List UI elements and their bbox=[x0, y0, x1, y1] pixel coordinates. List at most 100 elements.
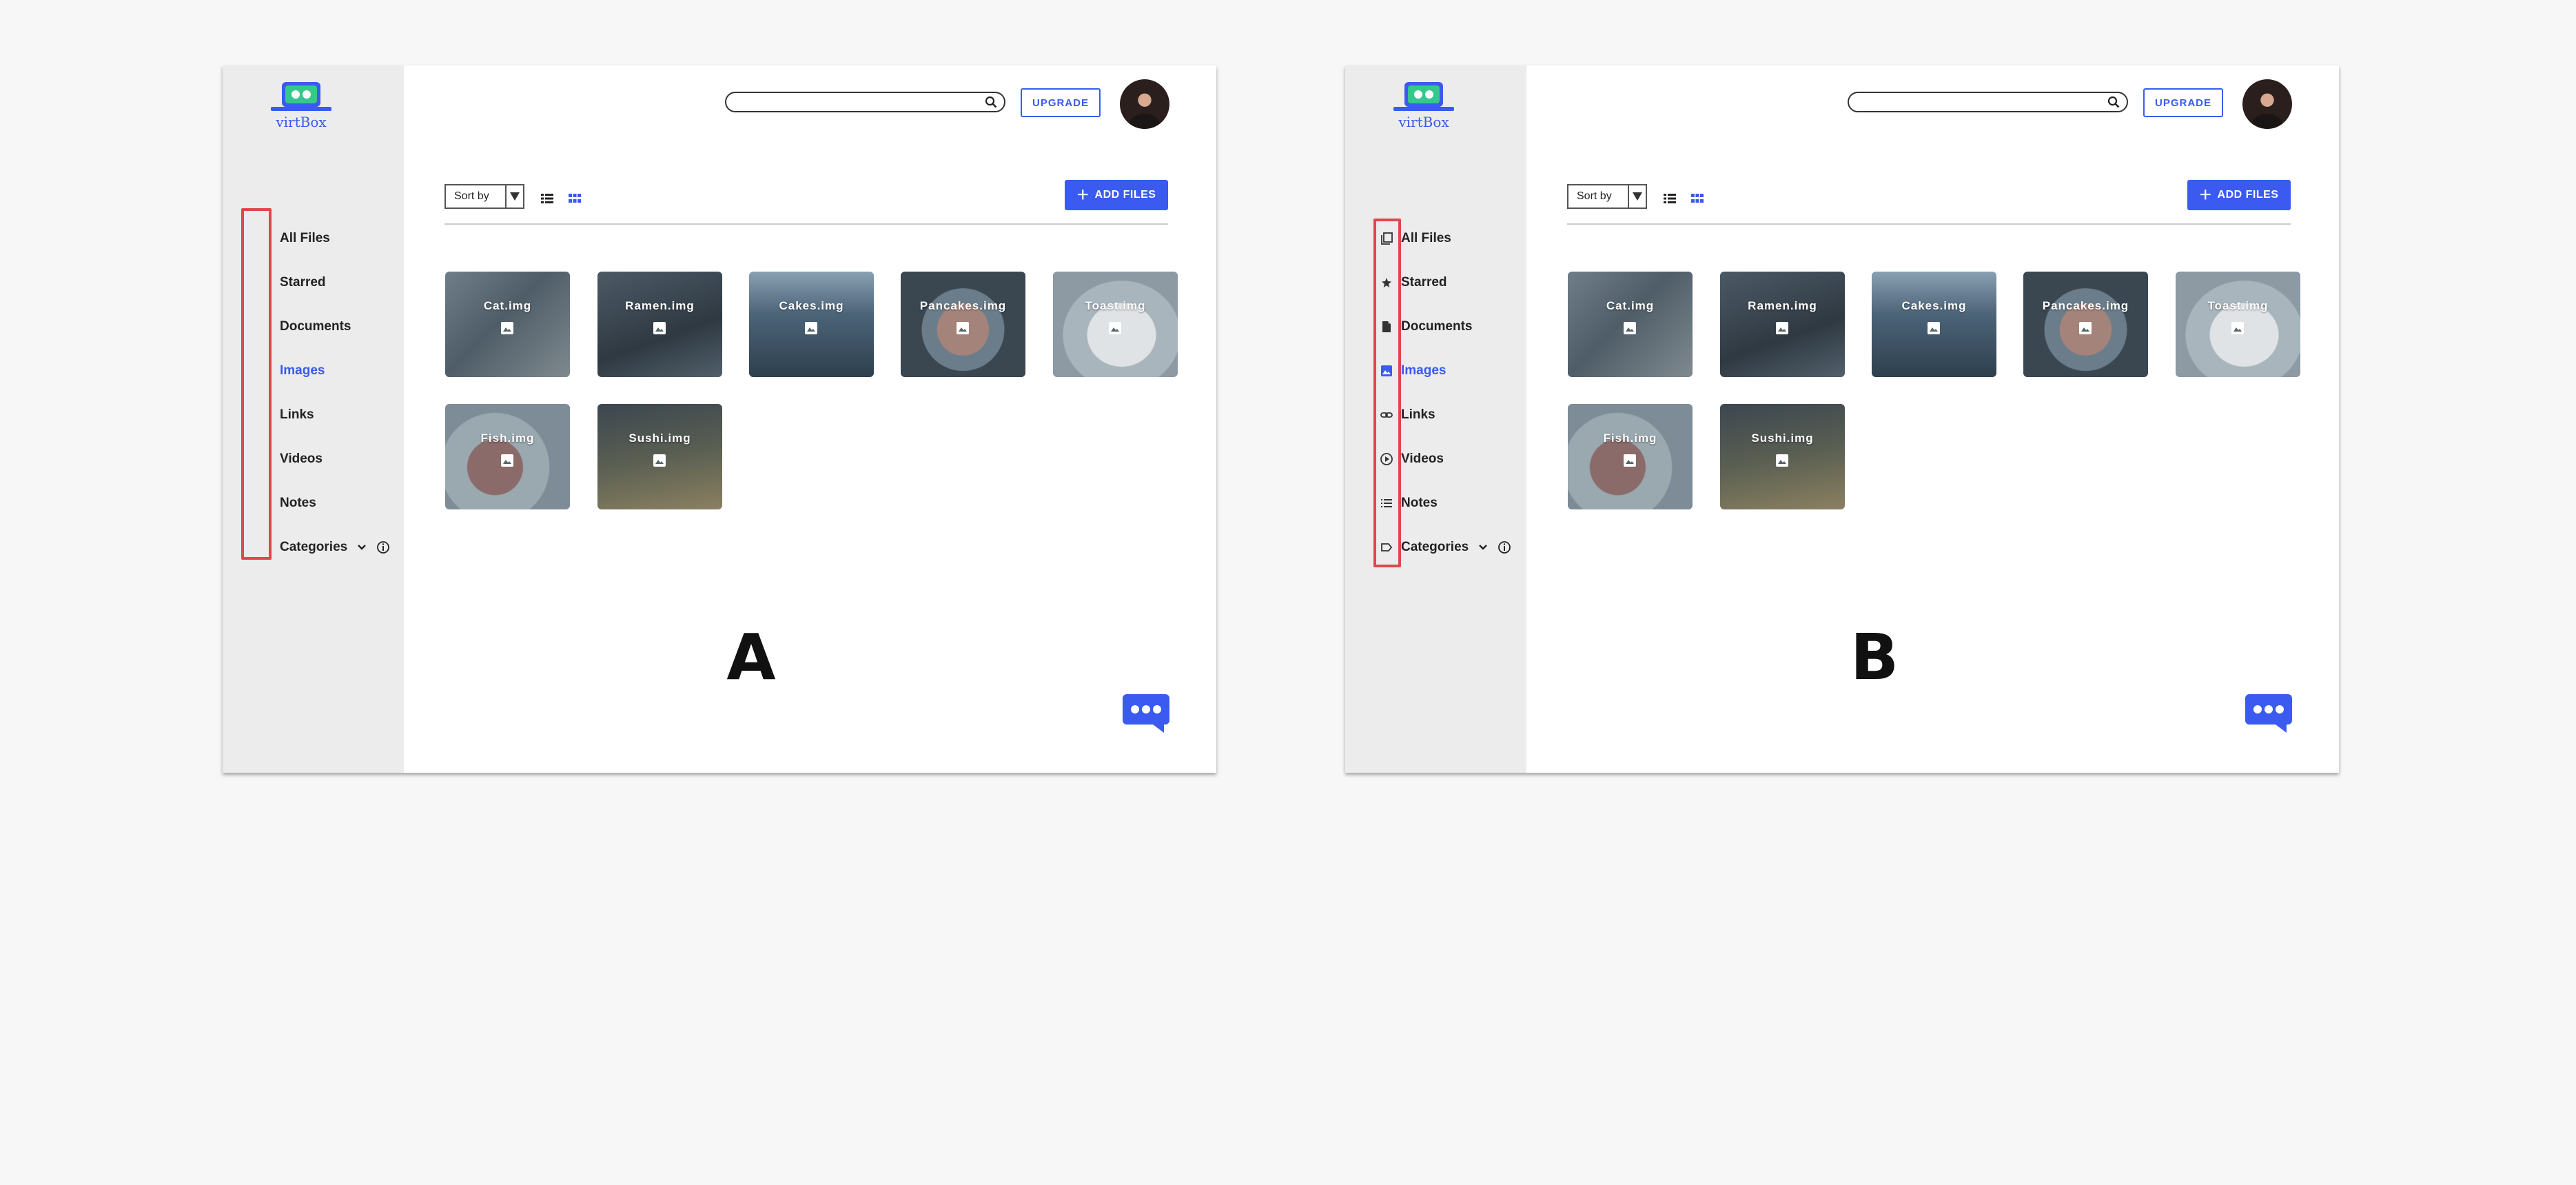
upgrade-button[interactable]: UPGRADE bbox=[1021, 88, 1101, 117]
sidebar-item-images[interactable]: Images bbox=[280, 357, 418, 385]
chevron-down-icon[interactable] bbox=[357, 544, 367, 551]
sidebar-item-label: Videos bbox=[280, 452, 323, 466]
grid-view-icon[interactable] bbox=[569, 194, 581, 203]
file-name: Cat.img bbox=[483, 299, 532, 312]
sidebar-item-label: All Files bbox=[1401, 231, 1451, 245]
sort-dropdown[interactable]: Sort by bbox=[444, 184, 524, 209]
dropdown-arrow-icon[interactable] bbox=[1628, 185, 1646, 207]
chevron-down-icon[interactable] bbox=[1478, 544, 1488, 551]
logo-icon bbox=[271, 82, 331, 111]
file-name: Pancakes.img bbox=[2042, 299, 2129, 312]
file-tile-cakes[interactable]: Cakes.img bbox=[749, 272, 874, 377]
mockup-b: virtBox All Files Starred Documents Imag… bbox=[1345, 65, 2339, 773]
file-tile-cat[interactable]: Cat.img bbox=[445, 272, 570, 377]
search-input[interactable] bbox=[735, 95, 972, 110]
image-icon bbox=[501, 454, 513, 467]
sidebar-item-label: Starred bbox=[1401, 275, 1447, 290]
file-tile-pancakes[interactable]: Pancakes.img bbox=[2023, 272, 2148, 377]
sort-dropdown[interactable]: Sort by bbox=[1567, 184, 1647, 209]
search-icon[interactable] bbox=[985, 96, 997, 108]
search-icon[interactable] bbox=[2107, 96, 2120, 108]
file-tile-toast[interactable]: Toast.img bbox=[1053, 272, 1178, 377]
chat-icon[interactable] bbox=[2245, 694, 2292, 733]
add-files-label: ADD FILES bbox=[1094, 189, 1156, 201]
file-tile-cakes[interactable]: Cakes.img bbox=[1872, 272, 1996, 377]
sidebar-item-categories[interactable]: Categories bbox=[280, 534, 418, 561]
sidebar-item-notes[interactable]: Notes bbox=[280, 489, 418, 517]
image-icon bbox=[957, 322, 969, 334]
file-tile-fish[interactable]: Fish.img bbox=[1568, 404, 1693, 509]
sidebar-item-videos[interactable]: Videos bbox=[280, 445, 418, 473]
file-tile-ramen[interactable]: Ramen.img bbox=[597, 272, 722, 377]
sidebar-item-label: Starred bbox=[280, 275, 326, 290]
chat-icon[interactable] bbox=[1123, 694, 1169, 733]
image-icon bbox=[1624, 454, 1636, 467]
image-icon bbox=[653, 322, 666, 334]
file-tile-sushi[interactable]: Sushi.img bbox=[1720, 404, 1845, 509]
sidebar-item-links[interactable]: Links bbox=[280, 401, 418, 429]
add-files-button[interactable]: + ADD FILES bbox=[1065, 180, 1168, 210]
file-name: Cakes.img bbox=[779, 299, 844, 312]
file-tile-pancakes[interactable]: Pancakes.img bbox=[901, 272, 1025, 377]
plus-icon: + bbox=[2199, 183, 2212, 206]
search-bar[interactable] bbox=[725, 92, 1005, 112]
sidebar-item-links[interactable]: Links bbox=[1379, 401, 1517, 429]
divider bbox=[1567, 223, 2291, 225]
image-icon bbox=[653, 454, 666, 467]
image-icon bbox=[1776, 322, 1788, 334]
brand-name: virtBox bbox=[276, 114, 327, 130]
file-name: Cakes.img bbox=[1901, 299, 1967, 312]
variant-label: A bbox=[726, 620, 776, 694]
sort-label: Sort by bbox=[1577, 190, 1612, 202]
info-icon[interactable] bbox=[376, 540, 390, 554]
search-bar[interactable] bbox=[1848, 92, 2128, 112]
sidebar-item-videos[interactable]: Videos bbox=[1379, 445, 1517, 473]
dropdown-arrow-icon[interactable] bbox=[505, 185, 523, 207]
upgrade-button[interactable]: UPGRADE bbox=[2143, 88, 2223, 117]
file-name: Toast.img bbox=[1085, 299, 1146, 312]
file-name: Ramen.img bbox=[1748, 299, 1817, 312]
sidebar-item-label: All Files bbox=[280, 231, 330, 245]
sort-label: Sort by bbox=[454, 190, 489, 202]
file-name: Sushi.img bbox=[1751, 432, 1814, 445]
file-tile-cat[interactable]: Cat.img bbox=[1568, 272, 1693, 377]
variant-label: B bbox=[1850, 620, 1899, 694]
sidebar-item-documents[interactable]: Documents bbox=[280, 313, 418, 341]
sidebar-item-notes[interactable]: Notes bbox=[1379, 489, 1517, 517]
sidebar-item-label: Documents bbox=[1401, 319, 1473, 334]
avatar[interactable] bbox=[2242, 79, 2292, 129]
info-icon[interactable] bbox=[1497, 540, 1511, 554]
sidebar-item-documents[interactable]: Documents bbox=[1379, 313, 1517, 341]
divider bbox=[444, 223, 1168, 225]
file-tile-toast[interactable]: Toast.img bbox=[2176, 272, 2300, 377]
sidebar-item-label: Notes bbox=[1401, 496, 1438, 510]
sidebar-item-label: Links bbox=[1401, 407, 1435, 422]
list-view-icon[interactable] bbox=[1664, 194, 1676, 203]
file-tile-fish[interactable]: Fish.img bbox=[445, 404, 570, 509]
sidebar-item-starred[interactable]: Starred bbox=[280, 269, 418, 296]
file-name: Pancakes.img bbox=[919, 299, 1007, 312]
sidebar-item-all-files[interactable]: All Files bbox=[1379, 225, 1517, 252]
avatar[interactable] bbox=[1120, 79, 1169, 129]
sidebar-item-label: Documents bbox=[280, 319, 351, 334]
add-files-button[interactable]: + ADD FILES bbox=[2187, 180, 2291, 210]
logo[interactable]: virtBox bbox=[269, 81, 333, 130]
play-circle-icon bbox=[1379, 452, 1394, 467]
list-icon bbox=[1379, 496, 1394, 511]
sidebar-item-starred[interactable]: Starred bbox=[1379, 269, 1517, 296]
grid-view-icon[interactable] bbox=[1691, 194, 1704, 203]
plus-icon: + bbox=[1076, 183, 1090, 206]
list-view-icon[interactable] bbox=[541, 194, 553, 203]
sidebar-item-label: Images bbox=[280, 363, 325, 378]
sidebar-item-images[interactable]: Images bbox=[1379, 357, 1517, 385]
search-input[interactable] bbox=[1857, 95, 2094, 110]
file-tile-ramen[interactable]: Ramen.img bbox=[1720, 272, 1845, 377]
image-icon bbox=[1776, 454, 1788, 467]
copy-icon bbox=[1379, 231, 1394, 246]
logo[interactable]: virtBox bbox=[1392, 81, 1455, 130]
sidebar-item-categories[interactable]: Categories bbox=[1379, 534, 1517, 561]
file-tile-sushi[interactable]: Sushi.img bbox=[597, 404, 722, 509]
sidebar-item-all-files[interactable]: All Files bbox=[280, 225, 418, 252]
document-icon bbox=[1379, 319, 1394, 334]
image-icon bbox=[805, 322, 817, 334]
